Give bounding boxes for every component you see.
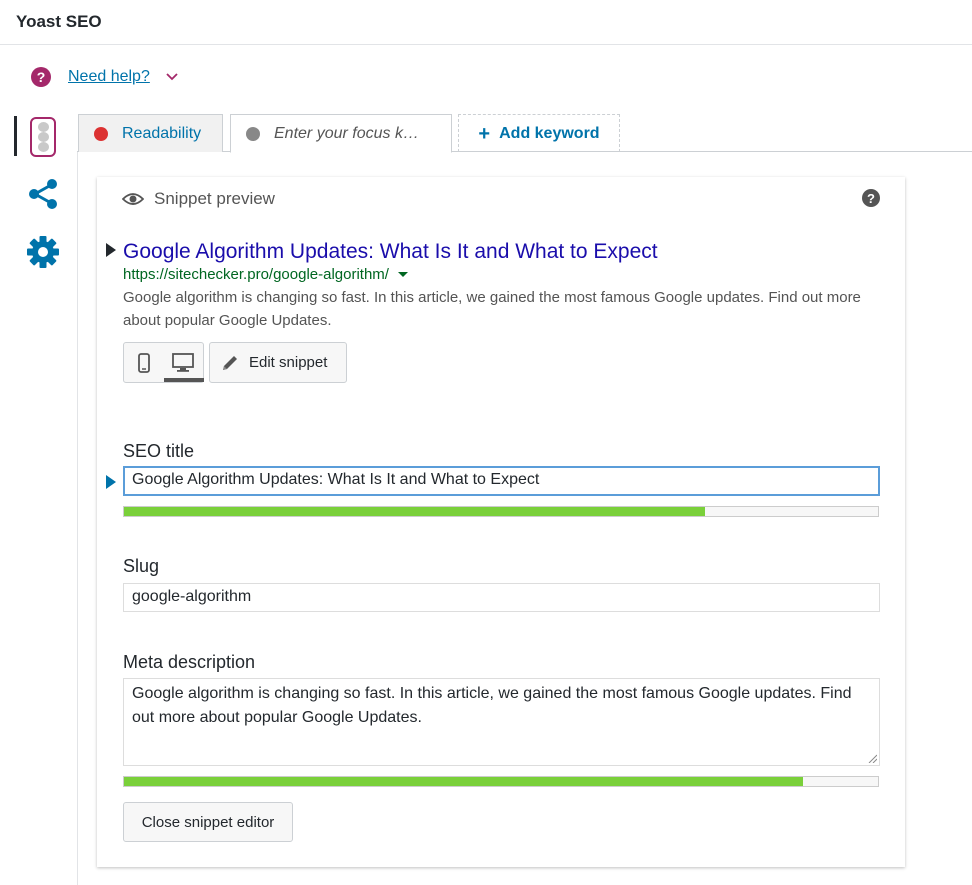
- edit-snippet-label: Edit snippet: [249, 354, 328, 371]
- slug-input[interactable]: google-algorithm: [123, 583, 880, 612]
- keyword-status-dot: [246, 126, 260, 141]
- side-tab-active-indicator: [14, 116, 17, 156]
- google-preview-url[interactable]: https://sitechecker.pro/google-algorithm…: [123, 266, 389, 283]
- edit-snippet-button[interactable]: Edit snippet: [209, 342, 347, 383]
- snippet-preview-title: Snippet preview: [154, 189, 275, 208]
- add-keyword-button[interactable]: + Add keyword: [458, 114, 620, 152]
- plus-icon: +: [478, 122, 491, 145]
- panel-header: Yoast SEO: [0, 0, 972, 45]
- preview-mode-toggle: [123, 342, 204, 383]
- readability-status-dot: [94, 126, 108, 141]
- desktop-preview-button[interactable]: [163, 343, 203, 382]
- slug-label: Slug: [123, 556, 160, 576]
- pencil-icon: [223, 355, 237, 370]
- close-snippet-editor-button[interactable]: Close snippet editor: [123, 802, 293, 842]
- mobile-icon: [137, 352, 150, 373]
- meta-description-progress: [123, 776, 879, 787]
- panel-title: Yoast SEO: [16, 12, 102, 31]
- caret-right-icon: [106, 243, 116, 257]
- seo-title-input[interactable]: Google Algorithm Updates: What Is It and…: [123, 466, 880, 496]
- share-icon[interactable]: [27, 178, 59, 210]
- desktop-icon: [172, 352, 195, 372]
- seo-title-progress-fill: [124, 507, 705, 516]
- need-help-link[interactable]: Need help?: [68, 68, 150, 86]
- mobile-preview-button[interactable]: [124, 343, 164, 382]
- tab-readability-label: Readability: [122, 124, 202, 142]
- chevron-down-icon[interactable]: [164, 69, 180, 85]
- meta-description-label: Meta description: [123, 652, 256, 672]
- caret-down-icon: [397, 272, 408, 277]
- meta-description-progress-fill: [124, 777, 803, 786]
- gear-icon[interactable]: [26, 235, 60, 269]
- resize-handle-icon[interactable]: [867, 753, 877, 763]
- seo-title-label: SEO title: [123, 441, 195, 461]
- snippet-preview-header[interactable]: Snippet preview: [122, 186, 275, 212]
- google-preview-description[interactable]: Google algorithm is changing so fast. In…: [123, 286, 883, 332]
- question-icon[interactable]: ?: [862, 189, 880, 207]
- tab-focus-keyword-label: Enter your focus k…: [274, 124, 419, 142]
- tab-focus-keyword[interactable]: Enter your focus k…: [230, 114, 452, 153]
- eye-icon: [122, 193, 144, 205]
- help-icon: ?: [31, 67, 51, 87]
- meta-description-textarea[interactable]: Google algorithm is changing so fast. In…: [123, 678, 880, 766]
- content-divider: [77, 152, 78, 885]
- tab-readability[interactable]: Readability: [78, 114, 223, 152]
- google-preview-title[interactable]: Google Algorithm Updates: What Is It and…: [123, 240, 658, 264]
- help-row: ? Need help?: [31, 64, 180, 90]
- meta-description-text: Google algorithm is changing so fast. In…: [132, 685, 852, 726]
- google-preview-url-row: https://sitechecker.pro/google-algorithm…: [123, 266, 408, 283]
- seo-title-progress: [123, 506, 879, 517]
- traffic-light-icon[interactable]: [30, 117, 56, 157]
- caret-right-icon: [106, 475, 116, 489]
- add-keyword-label: Add keyword: [499, 124, 600, 142]
